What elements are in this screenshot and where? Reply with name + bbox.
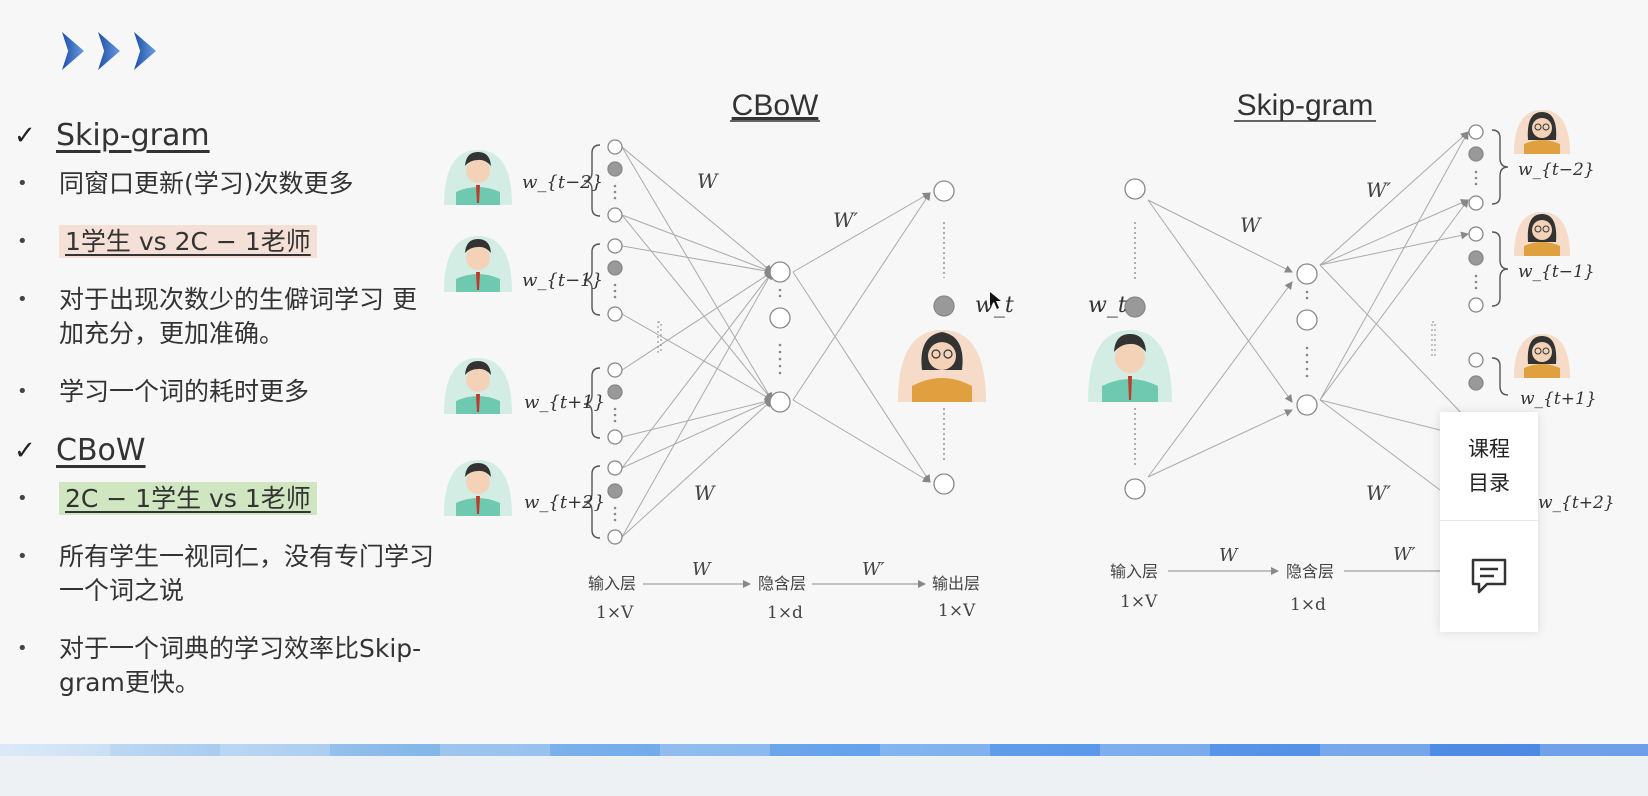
- skipgram-hidden-layer-label: 隐含层: [1286, 562, 1334, 581]
- student-avatar: [444, 358, 512, 414]
- student-avatar: [444, 150, 512, 205]
- cbow-weight-out: W′: [833, 208, 859, 232]
- comment-button[interactable]: [1440, 521, 1538, 631]
- teacher-avatar: [1514, 110, 1570, 154]
- skipgram-layer-flow: 输入层 1×V W 隐含层 1×d W′: [1110, 544, 1440, 615]
- skipgram-input-dim: 1×V: [1120, 592, 1158, 612]
- cbow-input-layer-label: 输入层: [588, 574, 636, 593]
- cbow-weight-in-top: W: [697, 169, 719, 193]
- cbow-hidden-nodes: [769, 261, 791, 413]
- cbow-input-braces: [583, 144, 601, 539]
- skipgram-input-layer-label: 输入层: [1110, 562, 1158, 581]
- cbow-output-layer-label: 输出层: [932, 574, 980, 593]
- skipgram-hidden-dots: [1305, 290, 1309, 378]
- cbow-input-nodes: [607, 139, 623, 545]
- teacher-avatar: [1514, 212, 1570, 256]
- course-catalog-label-line2: 目录: [1468, 471, 1510, 495]
- student-avatar: [444, 236, 512, 292]
- course-catalog-button[interactable]: 课程 目录: [1440, 412, 1538, 521]
- footer-strip: [0, 756, 1648, 796]
- skipgram-flow-arrow1: W: [1219, 545, 1239, 566]
- chat-icon: [1471, 558, 1507, 594]
- cbow-input-label: w_{t−1}: [522, 270, 603, 291]
- skipgram-weight-in: W: [1240, 213, 1262, 237]
- skipgram-output-label: w_{t−2}: [1518, 160, 1595, 180]
- cbow-input-dim: 1×V: [596, 603, 634, 623]
- skipgram-weight-out-bottom: W′: [1366, 481, 1392, 505]
- cbow-input-label: w_{t+1}: [524, 392, 605, 413]
- skipgram-output-label: w_{t+2}: [1538, 493, 1615, 513]
- cbow-flow-arrow2: W′: [862, 559, 885, 580]
- course-catalog-label-line1: 课程: [1468, 437, 1510, 461]
- cbow-layer-flow: 输入层 1×V W 隐含层 1×d W′ 输出层 1×V: [588, 559, 980, 623]
- cbow-hidden-dim: 1×d: [767, 603, 803, 623]
- skipgram-output-braces: [1491, 129, 1509, 396]
- skipgram-flow-arrow2: W′: [1393, 544, 1416, 565]
- cbow-hidden-layer-label: 隐含层: [758, 574, 806, 593]
- teacher-avatar: [1514, 334, 1570, 378]
- cbow-output-dim: 1×V: [938, 601, 976, 621]
- cbow-input-label: w_{t−2}: [522, 172, 603, 193]
- skipgram-hidden-nodes: [1296, 263, 1318, 416]
- cbow-weight-in-bottom: W: [694, 481, 716, 505]
- cbow-flow-arrow1: W: [692, 559, 712, 580]
- cbow-hidden-dots: [778, 288, 782, 375]
- skipgram-weight-out-top: W′: [1366, 178, 1392, 202]
- cbow-input-label: w_{t+2}: [524, 492, 605, 513]
- skipgram-output-nodes: [1468, 124, 1484, 391]
- cbow-title: CBoW: [732, 89, 819, 122]
- teacher-avatar: [898, 330, 986, 402]
- skipgram-output-label: w_{t+1}: [1520, 389, 1597, 409]
- cbow-connections: [621, 146, 931, 538]
- skipgram-input-word: w_t: [1088, 293, 1127, 318]
- skipgram-output-label: w_{t−1}: [1518, 262, 1595, 282]
- word2vec-diagram: CBoW Skip-gram w_t W W W′ w_{t−2} w_{t−1…: [444, 89, 1615, 623]
- student-avatar: [1088, 330, 1172, 402]
- skipgram-hidden-dim: 1×d: [1290, 595, 1326, 615]
- skipgram-title: Skip-gram: [1237, 89, 1374, 122]
- side-panel: 课程 目录: [1440, 412, 1538, 632]
- student-avatar: [444, 460, 512, 516]
